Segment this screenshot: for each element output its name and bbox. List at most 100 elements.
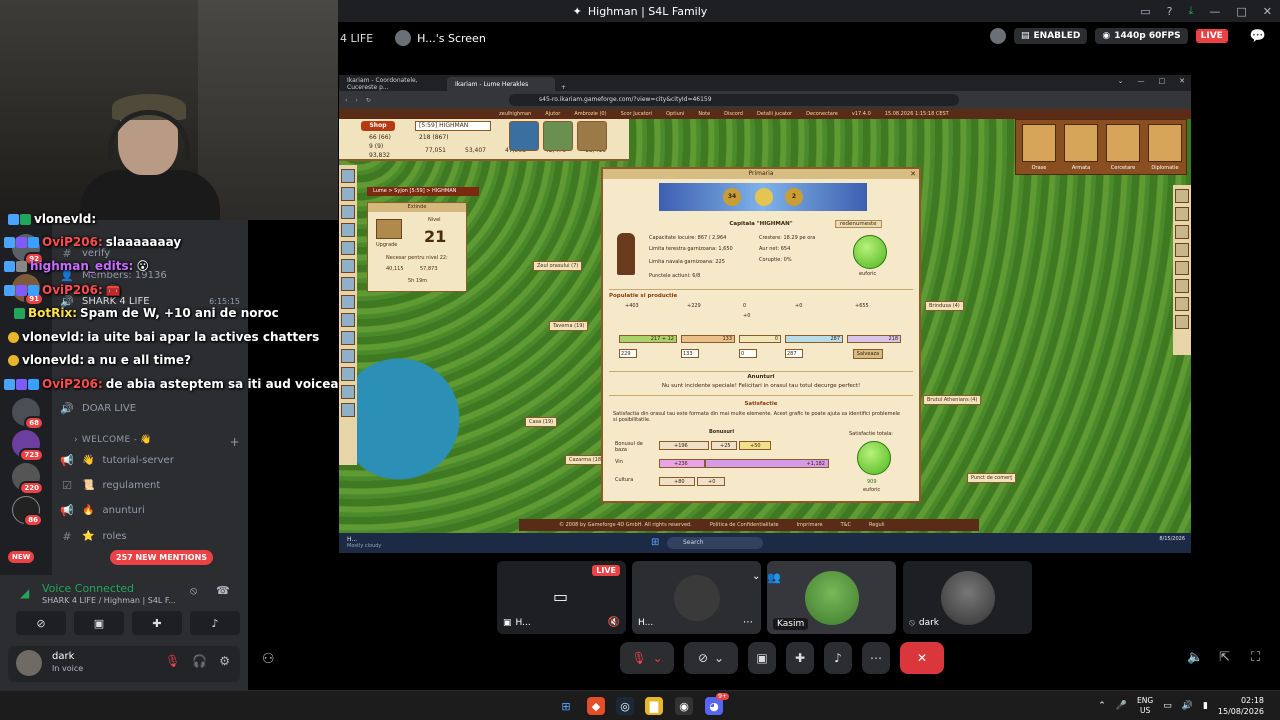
soundboard-button[interactable]: ♪ [824,642,852,674]
tool-icon[interactable] [341,367,355,381]
fullscreen-icon[interactable]: ⛶ [1251,650,1260,665]
activities-button[interactable]: ✚ [786,642,814,674]
camera-button[interactable]: ⊘ ⌄ [684,642,738,674]
new-mentions-badge[interactable]: 257 NEW MENTIONS [110,550,214,565]
screen-share-button[interactable]: ▣ [74,611,124,635]
add-friend-icon[interactable]: ⚇ [262,651,275,667]
volume-muted-icon[interactable]: 🔈 [1187,650,1203,665]
tool-icon[interactable] [341,277,355,291]
noise-suppression-icon[interactable]: ⦸ [190,584,197,598]
forward-icon[interactable]: › [355,97,357,104]
tool-icon[interactable] [341,205,355,219]
screen-share-view[interactable]: Ikariam - Coordonatele, Cucereste p... I… [339,75,1191,553]
windows-start-icon[interactable]: ⊞ [557,697,575,715]
maximize-button[interactable]: □ [1236,5,1246,18]
leave-call-button[interactable]: ✕ [900,642,944,674]
voice-connected-label[interactable]: Voice Connected [42,582,134,595]
channel-anunturi[interactable]: 📢 🔥 anunturi [60,500,240,520]
clock[interactable]: 02:18 15/08/2026 [1218,695,1264,717]
back-icon[interactable]: ‹ [345,97,347,104]
building-label[interactable]: Brutul Athenians (4) [923,395,982,405]
chevron-up-icon[interactable]: ⌃ [1098,701,1106,711]
activities-button[interactable]: ✚ [132,611,182,635]
island-view-button[interactable] [543,121,573,151]
minimize-button[interactable]: — [1209,5,1220,18]
building-label[interactable]: Brindusa (4) [925,301,964,311]
advisor-research[interactable] [1106,124,1140,162]
breadcrumb[interactable]: Lume > Syjon [5:59] > HIGHMAN [367,187,479,196]
channel-regulament[interactable]: ☑ 📜 regulament [60,475,240,495]
chevron-down-icon[interactable]: ⌄ [752,571,760,582]
more-options-icon[interactable]: ⋯ [743,617,753,628]
tool-icon[interactable] [341,187,355,201]
new-tab-icon[interactable]: + [561,84,566,91]
close-button[interactable]: ✕ [1263,5,1272,18]
worker-input[interactable]: 0 [739,349,757,358]
browser-tab[interactable]: Ikariam - Lume Herakles [447,77,555,91]
language-indicator[interactable]: ENG US [1137,696,1153,716]
tool-icon[interactable] [341,313,355,327]
soundboard-button[interactable]: ♪ [190,611,240,635]
building-label[interactable]: Zeul orasului (7) [533,261,583,271]
add-user-icon[interactable]: 👥 [767,571,781,584]
worker-input[interactable]: 133 [681,349,699,358]
disconnect-icon[interactable]: ☎ [216,584,230,597]
gear-icon[interactable]: ⚙ [219,654,230,668]
server-icon[interactable]: 220 [12,463,44,495]
tool-icon[interactable] [341,295,355,309]
enabled-pill[interactable]: ▤ ENABLED [1014,28,1088,44]
production-bar[interactable]: 0 [739,335,781,343]
brave-browser-icon[interactable]: ◆ [587,697,605,715]
tool-icon[interactable] [1175,243,1189,257]
city-select[interactable]: [5:59] HIGHMAN [415,121,491,131]
download-icon[interactable]: ⤓ [1189,4,1194,18]
world-view-button[interactable] [509,121,539,151]
tool-icon[interactable] [341,403,355,417]
channel-roles[interactable]: # ⭐ roles [60,526,240,546]
tool-icon[interactable] [341,349,355,363]
building-label[interactable]: Punct de comerţ [967,473,1017,483]
tool-icon[interactable] [1175,225,1189,239]
category-welcome[interactable]: › WELCOME - 👋 + [74,435,240,449]
server-icon[interactable]: 723 [12,430,44,462]
shop-button[interactable]: Shop [361,121,395,131]
battery-icon[interactable]: ▮ [1203,701,1208,711]
tool-icon[interactable] [341,259,355,273]
quality-pill[interactable]: ◉ 1440p 60FPS [1095,28,1188,44]
participant-tile[interactable]: LIVE ▭ ▣ H... 🔇 [497,561,626,634]
tool-icon[interactable] [1175,315,1189,329]
browser-tab[interactable]: Ikariam - Coordonatele, Cucereste p... [339,77,447,91]
worker-input[interactable]: 287 [785,349,803,358]
upgrade-button[interactable]: Upgrade [376,242,397,248]
add-channel-icon[interactable]: + [230,435,240,449]
server-icon[interactable]: 86 [12,496,43,527]
advisor-cities[interactable] [1022,124,1056,162]
voice-channel-doar-live[interactable]: 🔊 DOAR LIVE [60,398,240,418]
tool-icon[interactable] [341,223,355,237]
network-icon[interactable]: ▭ [1163,701,1172,711]
minimize-icon[interactable]: — [1138,77,1145,85]
pop-out-icon[interactable]: ⇱ [1219,650,1230,665]
tool-icon[interactable] [1175,279,1189,293]
participant-tile[interactable]: Kasim 👥 [767,561,896,634]
building-label[interactable]: Taverna (19) [549,321,589,331]
inbox-icon[interactable]: ▭ [1140,5,1150,18]
chevron-down-icon[interactable]: ⌄ [1118,77,1124,85]
production-bar[interactable]: 217 + 12 [619,335,677,343]
reload-icon[interactable]: ↻ [366,97,371,104]
tool-icon[interactable] [341,241,355,255]
mute-mic-button[interactable]: 🎙 ⌄ [620,642,674,674]
headphones-icon[interactable]: 🎧 [192,654,207,668]
tool-icon[interactable] [341,169,355,183]
mic-muted-icon[interactable]: 🎙 [165,654,180,668]
tool-icon[interactable] [341,385,355,399]
chat-bubble-icon[interactable]: 💬 [1250,29,1266,44]
url-field[interactable]: s45-ro.ikariam.gameforge.com/?view=city&… [509,94,959,106]
rename-link[interactable]: redenumeste [835,220,882,228]
close-icon[interactable]: ✕ [910,170,916,178]
production-bar[interactable]: 133 [681,335,735,343]
folder-icon[interactable]: ▇ [645,697,663,715]
screen-share-button[interactable]: ▣ [748,642,776,674]
help-icon[interactable]: ? [1167,5,1173,18]
viewer-avatar[interactable] [990,28,1006,44]
